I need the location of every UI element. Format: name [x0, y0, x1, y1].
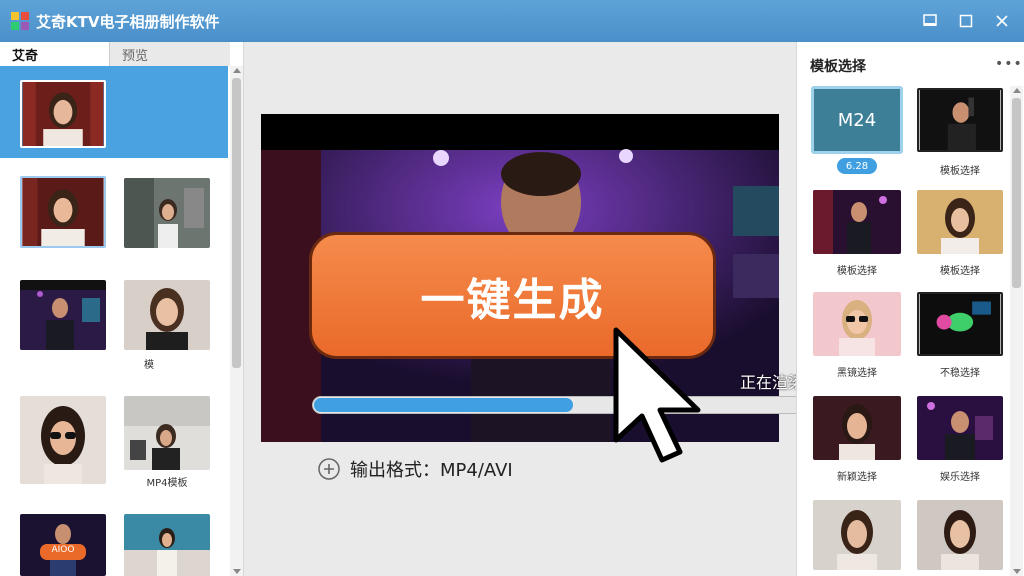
thumbnail-caption: MP4模板	[146, 478, 188, 489]
photo-thumbnail[interactable]	[124, 178, 210, 248]
photo-thumbnail[interactable]	[20, 280, 106, 350]
render-progress-bar	[312, 396, 854, 414]
close-button[interactable]	[990, 9, 1014, 33]
template-caption: 黑镜选择	[837, 368, 877, 379]
maximize-button[interactable]	[954, 9, 978, 33]
photo-thumbnail[interactable]	[124, 280, 210, 350]
scroll-down-icon[interactable]	[233, 569, 241, 574]
preview-area: 一键生成 正在渲染 输出格式：MP4/AVI	[244, 42, 854, 576]
more-options-icon[interactable]: •••	[995, 56, 1023, 72]
scroll-up-icon[interactable]	[1013, 88, 1021, 93]
photo-thumbnail[interactable]	[124, 514, 210, 576]
template-thumbnail[interactable]	[813, 396, 901, 460]
title-bar: 艾奇KTV电子相册制作软件	[0, 0, 1024, 42]
close-icon	[996, 15, 1008, 27]
template-thumbnail[interactable]	[917, 500, 1003, 570]
scrollbar-thumb[interactable]	[1012, 98, 1021, 288]
template-caption: 模板选择	[837, 266, 877, 277]
template-thumbnail[interactable]	[813, 292, 901, 356]
template-thumbnail[interactable]	[917, 292, 1003, 356]
template-caption: 新颖选择	[837, 472, 877, 483]
scroll-down-icon[interactable]	[1013, 569, 1021, 574]
template-caption: 模板选择	[940, 266, 980, 277]
thumbnail-caption: 模	[144, 360, 154, 371]
add-circle-icon[interactable]	[318, 458, 340, 480]
photo-thumbnail[interactable]	[20, 80, 106, 148]
photo-thumbnail[interactable]	[20, 176, 106, 248]
left-tabs: 艾奇 预览	[0, 42, 230, 66]
output-format-label: 输出格式：MP4/AVI	[350, 460, 513, 481]
left-panel: 艾奇 预览 模 MP4模板 AIOO	[0, 42, 244, 576]
photo-thumbnail[interactable]	[124, 396, 210, 470]
mouse-cursor-icon	[613, 327, 701, 463]
app-logo-icon	[11, 12, 29, 30]
left-scrollbar[interactable]	[230, 66, 243, 576]
photo-thumbnail-list: 模 MP4模板 AIOO	[0, 66, 230, 576]
template-thumbnail[interactable]	[917, 190, 1003, 254]
tab-aiqi[interactable]: 艾奇	[0, 42, 110, 66]
render-status-text: 正在渲染	[740, 373, 805, 392]
right-scrollbar[interactable]	[1010, 86, 1023, 576]
tab-preview[interactable]: 预览	[110, 42, 230, 66]
template-thumbnail[interactable]	[917, 88, 1003, 152]
scrollbar-thumb[interactable]	[232, 78, 241, 368]
template-panel-title: 模板选择	[810, 59, 866, 75]
window-title: 艾奇KTV电子相册制作软件	[36, 13, 220, 31]
template-caption: 娱乐选择	[940, 472, 980, 483]
template-thumbnail[interactable]	[917, 396, 1003, 460]
photo-thumbnail[interactable]: AIOO	[20, 514, 106, 576]
thumbnail-overlay-text: AIOO	[51, 545, 75, 555]
template-m24[interactable]: M24	[811, 86, 903, 154]
scroll-up-icon[interactable]	[233, 68, 241, 73]
maximize-icon	[959, 14, 973, 28]
output-format-row: 输出格式：MP4/AVI	[318, 456, 513, 482]
minimize-button[interactable]	[918, 9, 942, 33]
template-caption: 不稳选择	[940, 368, 980, 379]
minimize-icon	[923, 14, 937, 26]
template-panel: 模板选择 ••• M24 6.28 模板选择 模板选择 模板选择 黑镜选择 不稳…	[796, 42, 1024, 576]
template-thumbnail[interactable]	[813, 500, 901, 570]
template-caption: 模板选择	[940, 166, 980, 177]
photo-thumbnail[interactable]	[20, 396, 106, 484]
template-badge: 6.28	[837, 158, 877, 174]
render-progress-fill	[314, 398, 574, 412]
template-thumbnail[interactable]	[813, 190, 901, 254]
